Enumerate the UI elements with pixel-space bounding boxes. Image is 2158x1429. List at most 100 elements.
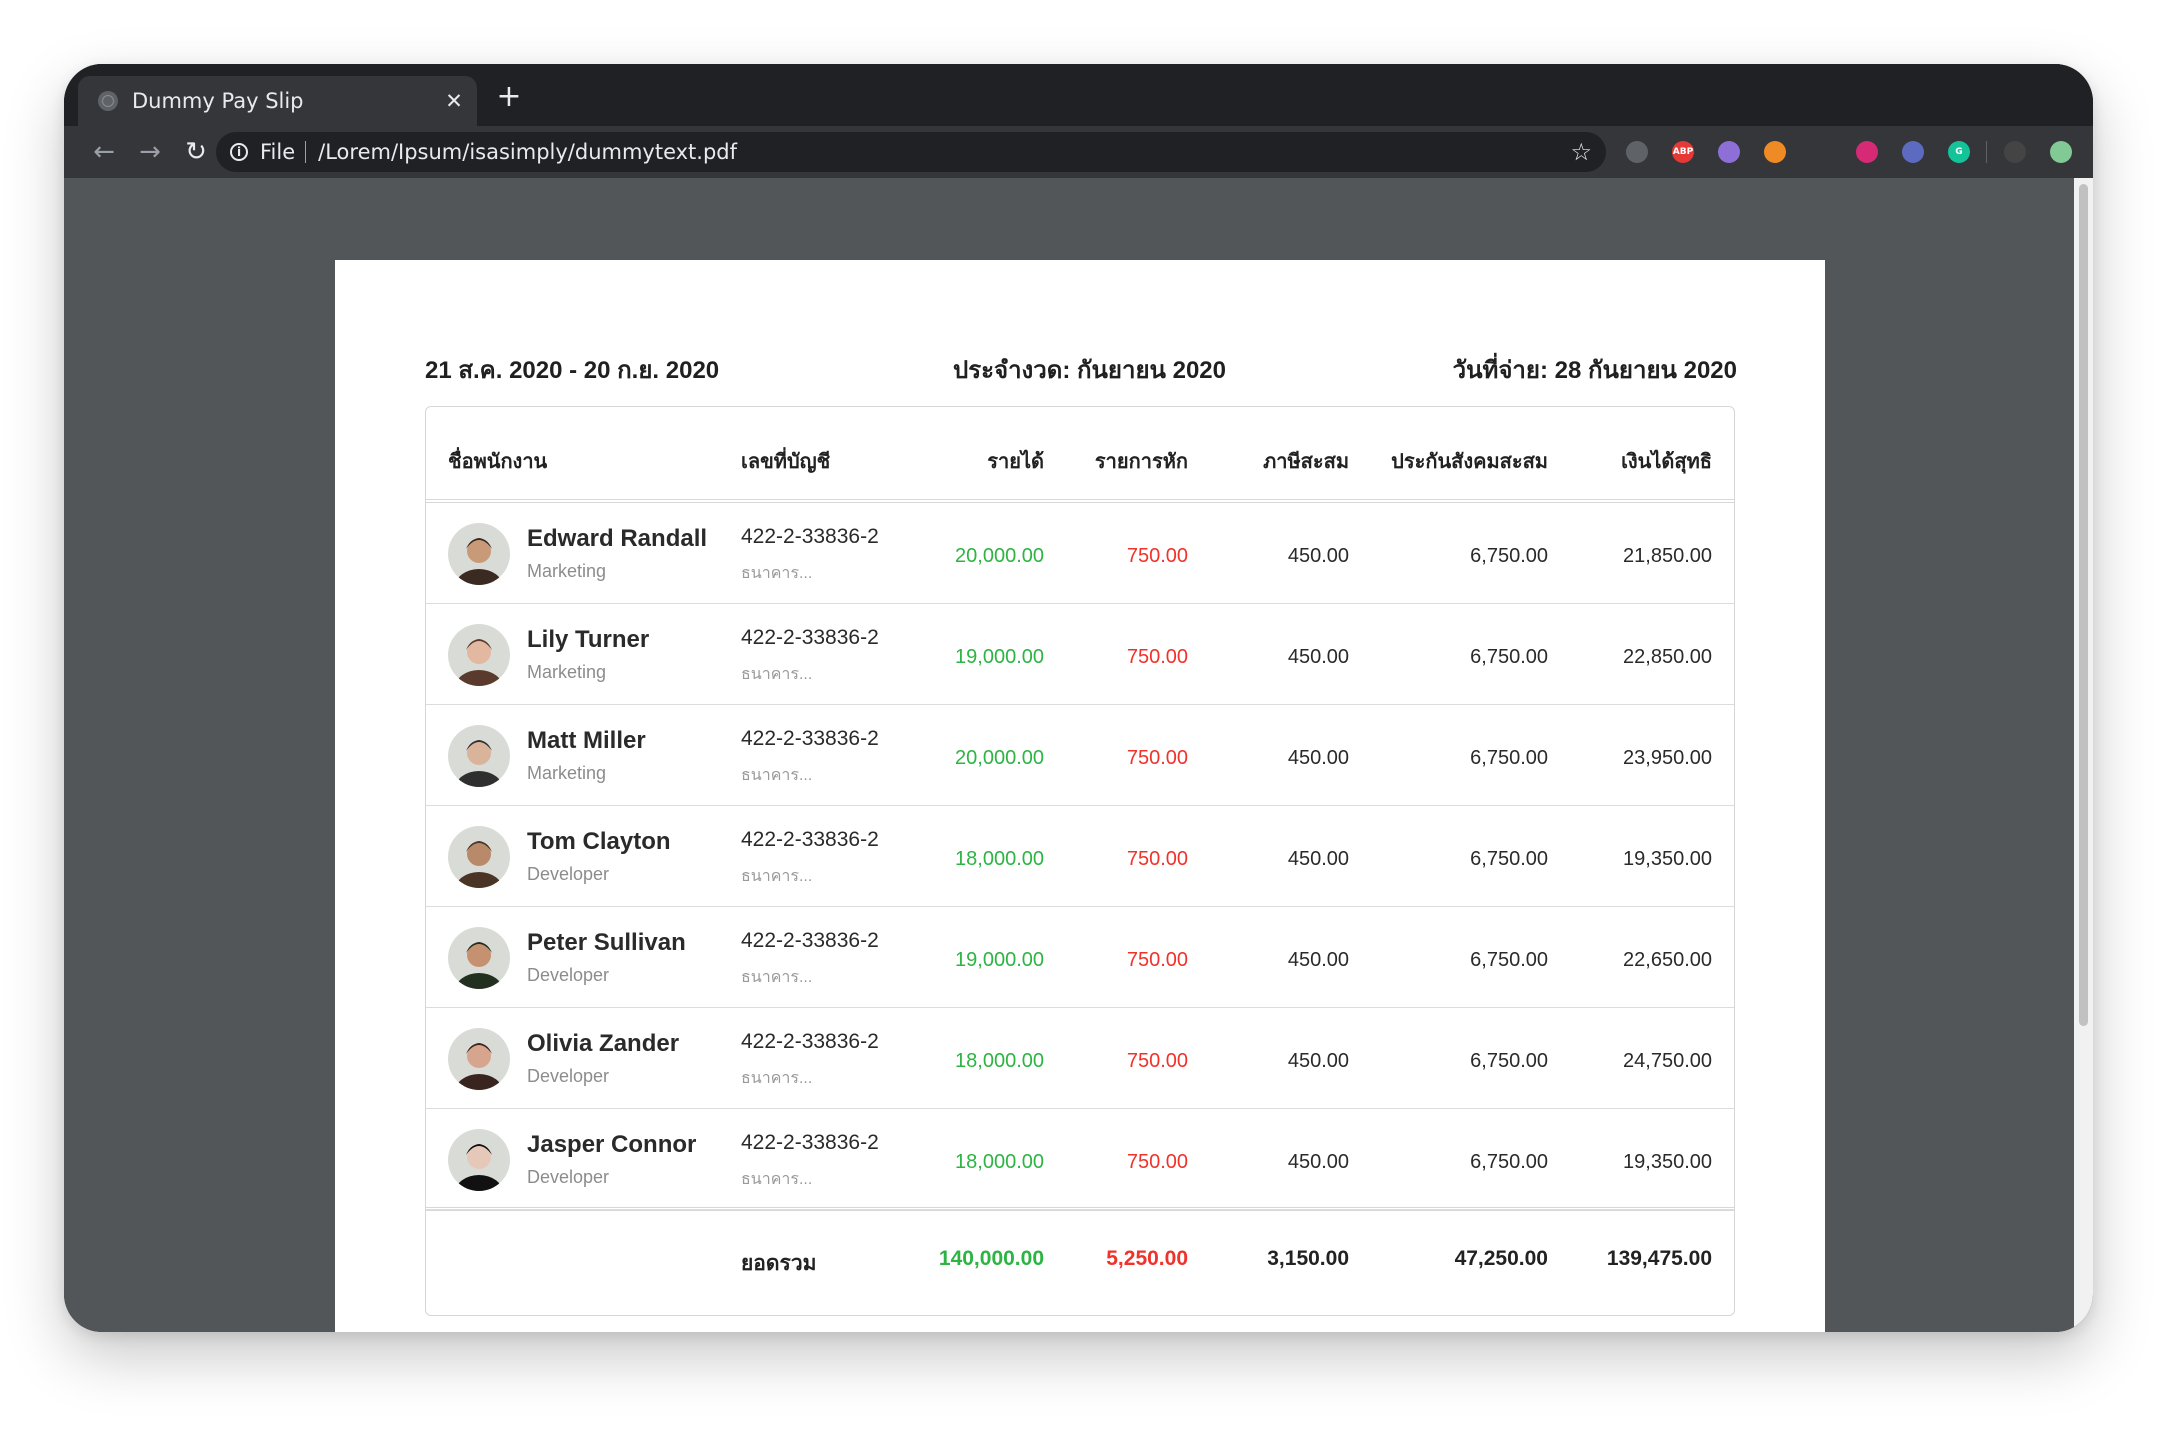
account-number: 422-2-33836-2 — [741, 1030, 879, 1053]
total-net: 139,475.00 — [1606, 1247, 1712, 1270]
tax-value: 450.00 — [1287, 646, 1349, 668]
col-header-tax: ภาษีสะสม — [1263, 451, 1349, 473]
employee-department: Developer — [527, 864, 610, 884]
income-value: 18,000.00 — [955, 848, 1044, 870]
bank-name: ธนาคาร... — [741, 666, 813, 683]
col-header-deduction: รายการหัก — [1094, 451, 1188, 473]
deduction-value: 750.00 — [1126, 747, 1188, 769]
social-security-value: 6,750.00 — [1470, 646, 1548, 668]
table-footer-totals: ยอดรวม 140,000.00 5,250.00 3,150.00 47,2… — [426, 1207, 1734, 1315]
employee-department: Developer — [527, 1167, 610, 1187]
deduction-value: 750.00 — [1126, 949, 1188, 971]
avatar — [448, 927, 510, 989]
toolbar-divider — [1986, 141, 1987, 163]
net-pay-value: 19,350.00 — [1623, 848, 1712, 870]
url-scheme: File — [260, 140, 296, 164]
bank-name: ธนาคาร... — [741, 767, 813, 784]
profile-avatar-icon[interactable] — [2004, 141, 2026, 163]
net-pay-value: 24,750.00 — [1623, 1050, 1712, 1072]
extension-icon[interactable] — [1902, 141, 1924, 163]
vertical-scrollbar[interactable] — [2074, 178, 2093, 1332]
income-value: 18,000.00 — [955, 1151, 1044, 1173]
account-number: 422-2-33836-2 — [741, 929, 879, 952]
close-icon[interactable]: ✕ — [437, 89, 471, 113]
income-value: 20,000.00 — [955, 747, 1044, 769]
account-number: 422-2-33836-2 — [741, 1131, 879, 1154]
forward-button[interactable]: → — [132, 134, 168, 170]
employee-department: Marketing — [527, 763, 607, 783]
grammarly-icon[interactable]: G — [1948, 141, 1970, 163]
employee-department: Developer — [527, 1066, 610, 1086]
address-bar[interactable]: i File /Lorem/Ipsum/isasimply/dummytext.… — [216, 132, 1606, 172]
browser-toolbar: ← → ↻ i File /Lorem/Ipsum/isasimply/dumm… — [64, 126, 2093, 178]
account-number: 422-2-33836-2 — [741, 525, 879, 548]
social-security-value: 6,750.00 — [1470, 848, 1548, 870]
avatar — [448, 1129, 510, 1191]
income-value: 19,000.00 — [955, 646, 1044, 668]
browser-window: Dummy Pay Slip ✕ + ← → ↻ i File /Lorem/I… — [64, 64, 2093, 1332]
reload-button[interactable]: ↻ — [178, 134, 214, 170]
deduction-value: 750.00 — [1126, 1151, 1188, 1173]
net-pay-value: 21,850.00 — [1623, 545, 1712, 567]
net-pay-value: 22,650.00 — [1623, 949, 1712, 971]
update-icon[interactable] — [2050, 141, 2072, 163]
tax-value: 450.00 — [1287, 949, 1349, 971]
url-text[interactable]: /Lorem/Ipsum/isasimply/dummytext.pdf — [318, 140, 1570, 164]
account-number: 422-2-33836-2 — [741, 626, 879, 649]
col-header-name: ชื่อพนักงาน — [448, 451, 548, 473]
bookmark-star-icon[interactable]: ☆ — [1570, 138, 1592, 166]
new-tab-button[interactable]: + — [492, 80, 526, 114]
adblock-icon[interactable]: ABP — [1672, 141, 1694, 163]
eye-icon[interactable] — [1810, 141, 1832, 163]
table-row: Jasper Connor Developer 422-2-33836-2 ธนาคา… — [426, 1109, 1734, 1210]
social-security-value: 6,750.00 — [1470, 949, 1548, 971]
table-row: Peter Sullivan Developer 422-2-33836-2 ธนาค… — [426, 907, 1734, 1008]
employee-name: Matt Miller — [527, 727, 646, 754]
extension-icon[interactable] — [1718, 141, 1740, 163]
tax-value: 450.00 — [1287, 1050, 1349, 1072]
tax-value: 450.00 — [1287, 848, 1349, 870]
deduction-value: 750.00 — [1126, 848, 1188, 870]
bank-name: ธนาคาร... — [741, 1171, 813, 1188]
employee-name: Edward Randall — [527, 525, 708, 552]
col-header-net: เงินได้สุทธิ — [1621, 451, 1712, 473]
pay-period-label: ประจำงวด: กันยายน 2020 — [953, 357, 1226, 384]
social-security-value: 6,750.00 — [1470, 747, 1548, 769]
table-row: Lily Turner Marketing 422-2-33836-2 ธนาคาร.… — [426, 604, 1734, 705]
tab-title: Dummy Pay Slip — [132, 89, 304, 113]
net-pay-value: 23,950.00 — [1623, 747, 1712, 769]
payslip-table: ชื่อพนักงาน เลขที่บัญชี รายได้ รายการหัก… — [425, 406, 1735, 1316]
bank-name: ธนาคาร... — [741, 868, 813, 885]
social-security-value: 6,750.00 — [1470, 1050, 1548, 1072]
info-icon[interactable]: i — [230, 143, 248, 161]
bank-name: ธนาคาร... — [741, 1070, 813, 1087]
employee-department: Developer — [527, 965, 610, 985]
employee-name: Olivia Zander — [527, 1030, 680, 1057]
tab-dummy-pay-slip[interactable]: Dummy Pay Slip ✕ — [78, 76, 477, 126]
employee-department: Marketing — [527, 662, 607, 682]
tax-value: 450.00 — [1287, 545, 1349, 567]
pdf-viewer: 21 ส.ค. 2020 - 20 ก.ย. 2020 ประจำงวด: กั… — [64, 178, 2074, 1332]
net-pay-value: 19,350.00 — [1623, 1151, 1712, 1173]
table-header: ชื่อพนักงาน เลขที่บัญชี รายได้ รายการหัก… — [426, 407, 1734, 503]
deduction-value: 750.00 — [1126, 1050, 1188, 1072]
instagram-icon[interactable] — [1856, 141, 1878, 163]
table-row: Olivia Zander Developer 422-2-33836-2 ธนาคา… — [426, 1008, 1734, 1109]
total-social: 47,250.00 — [1454, 1247, 1548, 1270]
tab-manager-icon[interactable] — [1626, 141, 1648, 163]
social-security-value: 6,750.00 — [1470, 1151, 1548, 1173]
col-header-social: ประกันสังคมสะสม — [1391, 451, 1548, 473]
scrollbar-thumb[interactable] — [2079, 184, 2088, 1026]
globe-icon — [98, 91, 118, 111]
employee-name: Jasper Connor — [527, 1131, 697, 1158]
col-header-income: รายได้ — [987, 451, 1044, 473]
account-number: 422-2-33836-2 — [741, 828, 879, 851]
net-pay-value: 22,850.00 — [1623, 646, 1712, 668]
table-row: Edward Randall Marketing 422-2-33836-2 ธนาค… — [426, 503, 1734, 604]
extension-icon[interactable] — [1764, 141, 1786, 163]
total-deduction: 5,250.00 — [1106, 1247, 1188, 1270]
col-header-account: เลขที่บัญชี — [741, 451, 831, 473]
back-button[interactable]: ← — [86, 134, 122, 170]
tax-value: 450.00 — [1287, 1151, 1349, 1173]
bank-name: ธนาคาร... — [741, 565, 813, 582]
